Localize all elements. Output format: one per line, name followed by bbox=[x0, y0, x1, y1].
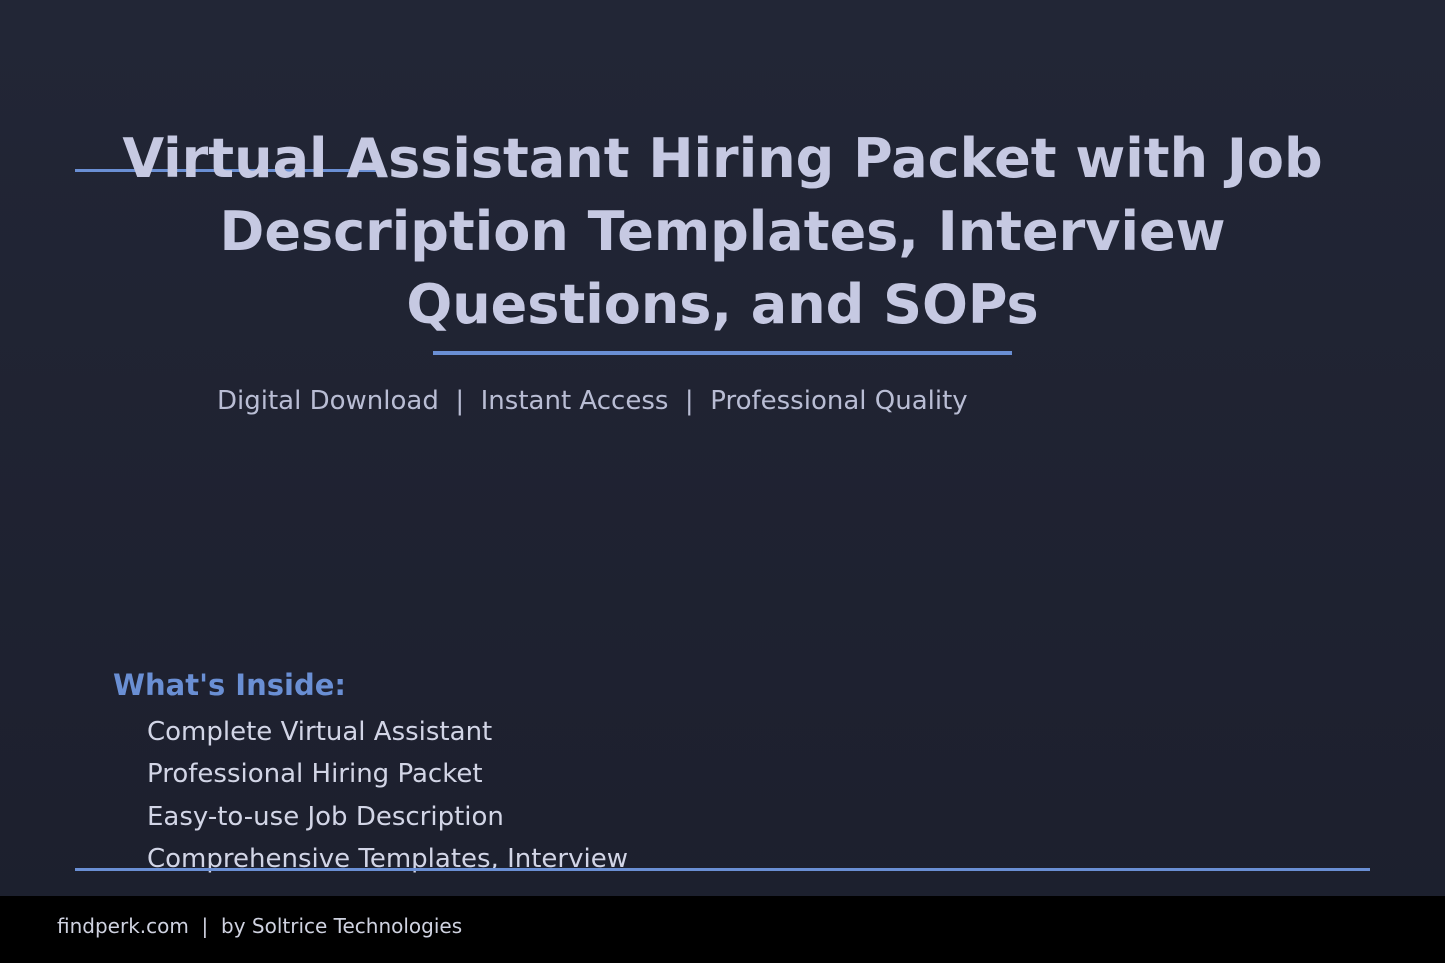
footer-text: findperk.com | by Soltrice Technologies bbox=[57, 914, 463, 938]
list-item: Comprehensive Templates, Interview bbox=[147, 843, 628, 874]
tagline: Digital Download | Instant Access | Prof… bbox=[217, 386, 968, 416]
bottom-accent-rule bbox=[75, 868, 1370, 871]
title-underline bbox=[433, 351, 1012, 355]
page-title: Virtual Assistant Hiring Packet with Job… bbox=[122, 127, 1323, 336]
product-cover: Virtual Assistant Hiring Packet with Job… bbox=[0, 0, 1445, 963]
whats-inside-list: Complete Virtual Assistant Professional … bbox=[147, 711, 628, 880]
list-item: Complete Virtual Assistant bbox=[147, 717, 493, 747]
whats-inside-heading: What's Inside: bbox=[113, 668, 346, 702]
list-item: Easy-to-use Job Description bbox=[147, 801, 504, 832]
list-item: Professional Hiring Packet bbox=[147, 759, 483, 790]
